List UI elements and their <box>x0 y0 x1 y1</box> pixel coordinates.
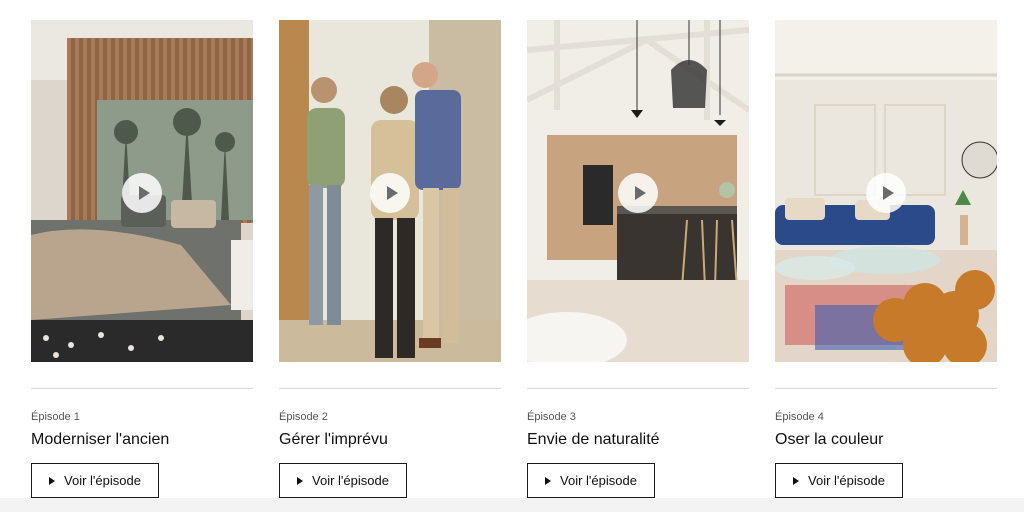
play-button[interactable] <box>370 173 410 213</box>
divider <box>31 388 253 389</box>
watch-episode-button[interactable]: Voir l'épisode <box>279 463 407 498</box>
episode-card: Épisode 1 Moderniser l'ancien Voir l'épi… <box>31 20 253 498</box>
play-button[interactable] <box>866 173 906 213</box>
episode-number: Épisode 1 <box>31 411 80 423</box>
play-arrow-icon <box>49 476 56 485</box>
episode-title: Oser la couleur <box>775 431 884 448</box>
play-icon <box>634 186 646 200</box>
play-icon <box>386 186 398 200</box>
watch-episode-label: Voir l'épisode <box>560 473 637 488</box>
bottom-bar <box>0 498 1024 512</box>
episode-number: Épisode 2 <box>279 411 328 423</box>
episode-number: Épisode 4 <box>775 411 824 423</box>
play-button[interactable] <box>618 173 658 213</box>
play-icon <box>882 186 894 200</box>
play-arrow-icon <box>793 476 800 485</box>
play-arrow-icon <box>545 476 552 485</box>
play-arrow-icon <box>297 476 304 485</box>
play-button[interactable] <box>122 173 162 213</box>
episode-grid: Épisode 1 Moderniser l'ancien Voir l'épi… <box>31 20 997 498</box>
watch-episode-label: Voir l'épisode <box>64 473 141 488</box>
episode-thumbnail[interactable] <box>527 20 749 362</box>
divider <box>527 388 749 389</box>
episode-thumbnail[interactable] <box>279 20 501 362</box>
watch-episode-button[interactable]: Voir l'épisode <box>31 463 159 498</box>
episode-thumbnail[interactable] <box>31 20 253 362</box>
episode-thumbnail[interactable] <box>775 20 997 362</box>
episode-card: Épisode 4 Oser la couleur Voir l'épisode <box>775 20 997 498</box>
episode-title: Envie de naturalité <box>527 431 660 448</box>
episode-card: Épisode 3 Envie de naturalité Voir l'épi… <box>527 20 749 498</box>
watch-episode-button[interactable]: Voir l'épisode <box>775 463 903 498</box>
divider <box>279 388 501 389</box>
episode-title: Moderniser l'ancien <box>31 431 170 448</box>
episode-number: Épisode 3 <box>527 411 576 423</box>
watch-episode-button[interactable]: Voir l'épisode <box>527 463 655 498</box>
divider <box>775 388 997 389</box>
play-icon <box>138 186 150 200</box>
watch-episode-label: Voir l'épisode <box>808 473 885 488</box>
episode-card: Épisode 2 Gérer l'imprévu Voir l'épisode <box>279 20 501 498</box>
episode-title: Gérer l'imprévu <box>279 431 388 448</box>
watch-episode-label: Voir l'épisode <box>312 473 389 488</box>
